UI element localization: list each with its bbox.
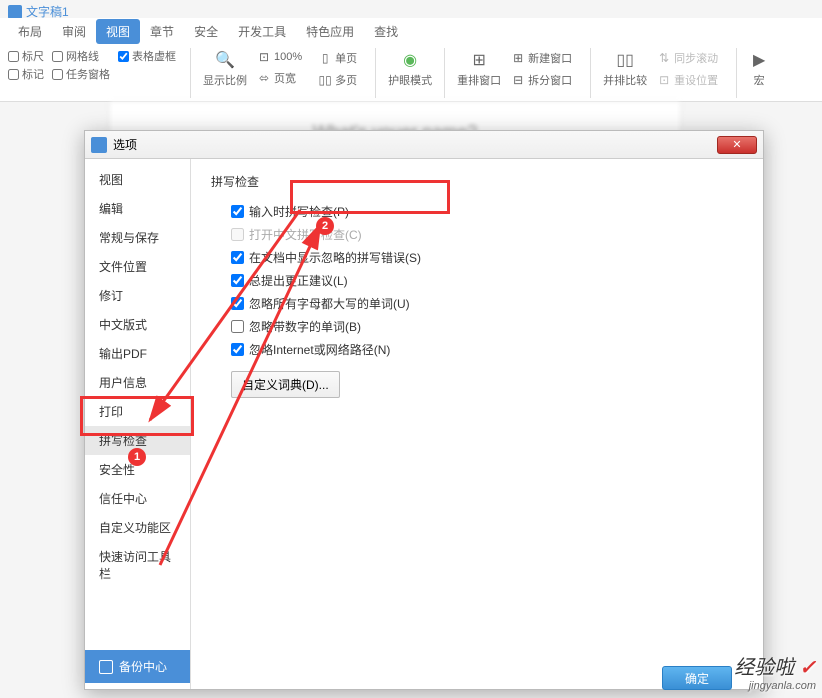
tab-view[interactable]: 视图	[96, 19, 140, 44]
close-button[interactable]: ✕	[717, 136, 757, 154]
split-window[interactable]: ⊟拆分窗口	[507, 70, 576, 90]
macro-icon: ▶	[749, 50, 769, 70]
reset-position: ⊡重设位置	[653, 70, 722, 90]
ribbon-tabs: 布局 审阅 视图 章节 安全 开发工具 特色应用 查找	[0, 18, 822, 44]
watermark: 经验啦 ✓ jingyanla.com	[734, 651, 816, 692]
page-width[interactable]: ⬄页宽	[253, 68, 306, 88]
tab-chapter[interactable]: 章节	[140, 19, 184, 44]
sidebar-item-userinfo[interactable]: 用户信息	[85, 368, 190, 397]
sidebar-item-trust[interactable]: 信任中心	[85, 484, 190, 513]
options-dialog: 选项 ✕ 视图 编辑 常规与保存 文件位置 修订 中文版式 输出PDF 用户信息…	[84, 130, 764, 690]
check-suggest[interactable]: 总提出更正建议(L)	[211, 269, 743, 292]
check-chinese-spell: 打开中文拼写检查(C)	[211, 223, 743, 246]
dialog-content: 拼写检查 输入时拼写检查(P) 打开中文拼写检查(C) 在文档中显示忽略的拼写错…	[191, 159, 763, 689]
sidebar-item-filelocation[interactable]: 文件位置	[85, 252, 190, 281]
dialog-title: 选项	[113, 136, 137, 153]
eye-mode[interactable]: ◉ 护眼模式	[382, 48, 438, 90]
backup-icon	[99, 660, 113, 674]
compare-icon: ▯▯	[615, 50, 635, 70]
badge-2: 2	[316, 217, 334, 235]
section-title: 拼写检查	[211, 173, 743, 190]
confirm-button[interactable]: 确定	[662, 666, 732, 690]
check-tablelines[interactable]: 表格虚框	[118, 48, 176, 64]
check-ignore-caps[interactable]: 忽略所有字母都大写的单词(U)	[211, 292, 743, 315]
check-ruler[interactable]: 标尺	[8, 48, 44, 64]
multipage-icon: ▯▯	[318, 73, 332, 87]
dialog-titlebar[interactable]: 选项 ✕	[85, 131, 763, 159]
sidebar-item-view[interactable]: 视图	[85, 165, 190, 194]
badge-1: 1	[128, 448, 146, 466]
check-show-ignored[interactable]: 在文档中显示忽略的拼写错误(S)	[211, 246, 743, 269]
split-icon: ⊟	[511, 73, 525, 87]
sync-scroll: ⇅同步滚动	[653, 48, 722, 68]
zoom-button[interactable]: 🔍 显示比例	[197, 48, 253, 90]
sidebar-item-pdf[interactable]: 输出PDF	[85, 339, 190, 368]
sidebar-item-ribbon[interactable]: 自定义功能区	[85, 513, 190, 542]
sidebar-item-print[interactable]: 打印	[85, 397, 190, 426]
tab-features[interactable]: 特色应用	[296, 19, 364, 44]
eye-icon: ◉	[400, 50, 420, 70]
percent-icon: ⊡	[257, 50, 271, 64]
check-gridlines[interactable]: 网格线	[52, 48, 110, 64]
sync-icon: ⇅	[657, 51, 671, 65]
new-window[interactable]: ⊞新建窗口	[507, 48, 576, 68]
sidebar-item-revision[interactable]: 修订	[85, 281, 190, 310]
sidebar-item-general[interactable]: 常规与保存	[85, 223, 190, 252]
single-page[interactable]: ▯单页	[314, 48, 361, 68]
multi-page[interactable]: ▯▯多页	[314, 70, 361, 90]
tab-layout[interactable]: 布局	[8, 19, 52, 44]
sidebar-item-qat[interactable]: 快速访问工具栏	[85, 542, 190, 588]
reset-icon: ⊡	[657, 73, 671, 87]
check-icon: ✓	[799, 657, 816, 679]
tab-devtools[interactable]: 开发工具	[228, 19, 296, 44]
macro-button[interactable]: ▶ 宏	[743, 48, 775, 90]
sidebar-item-chinese[interactable]: 中文版式	[85, 310, 190, 339]
doc-icon	[8, 5, 22, 19]
pagewidth-icon: ⬄	[257, 71, 271, 85]
side-by-side[interactable]: ▯▯ 并排比较	[597, 48, 653, 90]
tab-review[interactable]: 审阅	[52, 19, 96, 44]
custom-dict-button[interactable]: 自定义词典(D)...	[231, 371, 340, 398]
newwindow-icon: ⊞	[511, 51, 525, 65]
zoom-icon: 🔍	[215, 50, 235, 70]
check-ignore-numbers[interactable]: 忽略带数字的单词(B)	[211, 315, 743, 338]
singlepage-icon: ▯	[318, 51, 332, 65]
toolbar: 标尺 标记 网格线 任务窗格 表格虚框 🔍 显示比例 ⊡100% ⬄页宽 ▯单页…	[0, 44, 822, 102]
rearrange-window[interactable]: ⊞ 重排窗口	[451, 48, 507, 90]
check-spell-typing[interactable]: 输入时拼写检查(P)	[211, 200, 743, 223]
check-ignore-internet[interactable]: 忽略Internet或网络路径(N)	[211, 338, 743, 361]
check-markup[interactable]: 标记	[8, 66, 44, 82]
backup-center[interactable]: 备份中心	[85, 650, 190, 683]
tab-security[interactable]: 安全	[184, 19, 228, 44]
zoom-100[interactable]: ⊡100%	[253, 48, 306, 66]
check-taskpane[interactable]: 任务窗格	[52, 66, 110, 82]
rearrange-icon: ⊞	[469, 50, 489, 70]
tab-find[interactable]: 查找	[364, 19, 408, 44]
dialog-icon	[91, 137, 107, 153]
dialog-sidebar: 视图 编辑 常规与保存 文件位置 修订 中文版式 输出PDF 用户信息 打印 拼…	[85, 159, 191, 689]
sidebar-item-edit[interactable]: 编辑	[85, 194, 190, 223]
